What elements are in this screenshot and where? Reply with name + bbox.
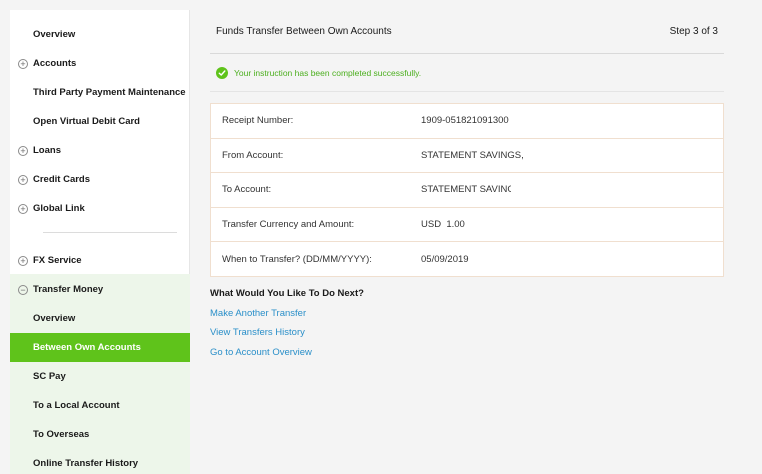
sidebar-item-label: To Overseas — [33, 429, 90, 440]
expand-icon: + — [18, 145, 28, 156]
detail-row-transfer-date: When to Transfer? (DD/MM/YYYY): 05/09/20… — [211, 242, 723, 277]
sidebar-item-transfer-money[interactable]: − Transfer Money — [10, 275, 190, 304]
sidebar-item-label: Credit Cards — [33, 174, 91, 185]
success-message: Your instruction has been completed succ… — [234, 67, 422, 78]
success-banner: Your instruction has been completed succ… — [210, 54, 724, 92]
expand-icon: + — [18, 174, 28, 185]
sidebar-subitem-transfer-history[interactable]: Online Transfer History — [10, 449, 190, 474]
detail-value: USD 1.00 — [421, 219, 465, 231]
sidebar-item-label: Overview — [33, 29, 76, 40]
page-header: Funds Transfer Between Own Accounts Step… — [210, 10, 724, 54]
sidebar-item-label: Transfer Money — [33, 284, 104, 295]
sidebar-divider — [43, 232, 177, 233]
detail-value: STATEMENT SAVINGS, — [421, 149, 524, 161]
sidebar-item-third-party-payment[interactable]: Third Party Payment Maintenance — [10, 78, 190, 107]
sidebar-item-credit-cards[interactable]: + Credit Cards — [10, 165, 190, 194]
detail-label: When to Transfer? (DD/MM/YYYY): — [222, 254, 372, 266]
next-steps-heading: What Would You Like To Do Next? — [210, 288, 364, 299]
sidebar-item-label: Accounts — [33, 58, 77, 69]
top-margin — [0, 0, 762, 10]
page-title: Funds Transfer Between Own Accounts — [216, 26, 392, 37]
sidebar-item-label: Online Transfer History — [33, 458, 139, 469]
sidebar-item-label: Loans — [33, 145, 61, 156]
sidebar-item-label: Third Party Payment Maintenance — [33, 87, 186, 98]
sidebar-item-label: SC Pay — [33, 371, 66, 382]
sidebar-item-label: Overview — [33, 313, 76, 324]
sidebar-item-label: To a Local Account — [33, 400, 120, 411]
detail-value: 05/09/2019 — [421, 254, 469, 266]
sidebar-item-global-link[interactable]: + Global Link — [10, 194, 190, 223]
collapse-icon: − — [18, 284, 28, 295]
expand-icon: + — [18, 203, 28, 214]
sidebar-item-label: FX Service — [33, 255, 82, 266]
account-overview-link[interactable]: Go to Account Overview — [210, 347, 312, 358]
sidebar-item-label: Global Link — [33, 203, 85, 214]
sidebar-subitem-overview[interactable]: Overview — [10, 304, 190, 333]
sidebar-subitem-overseas[interactable]: To Overseas — [10, 420, 190, 449]
detail-value: 1909-051821091300 — [421, 115, 509, 127]
step-indicator: Step 3 of 3 — [669, 26, 718, 37]
view-transfers-history-link[interactable]: View Transfers History — [210, 327, 305, 338]
sidebar-item-label: Between Own Accounts — [33, 342, 141, 353]
sidebar-subitem-local-account[interactable]: To a Local Account — [10, 391, 190, 420]
detail-row-from-account: From Account: STATEMENT SAVINGS, — [211, 139, 723, 174]
sidebar-item-accounts[interactable]: + Accounts — [10, 49, 190, 78]
sidebar-item-label: Open Virtual Debit Card — [33, 116, 140, 127]
expand-icon: + — [18, 58, 28, 69]
detail-label: Receipt Number: — [222, 115, 294, 127]
detail-row-receipt: Receipt Number: 1909-051821091300 — [211, 104, 723, 139]
make-another-transfer-link[interactable]: Make Another Transfer — [210, 308, 306, 319]
detail-label: To Account: — [222, 184, 272, 196]
check-circle-icon — [216, 66, 228, 79]
sidebar-item-loans[interactable]: + Loans — [10, 136, 190, 165]
sidebar-item-virtual-debit-card[interactable]: Open Virtual Debit Card — [10, 107, 190, 136]
detail-row-amount: Transfer Currency and Amount: USD 1.00 — [211, 208, 723, 243]
detail-value: STATEMENT SAVINGS, — [421, 184, 511, 196]
detail-label: From Account: — [222, 149, 284, 161]
detail-row-to-account: To Account: STATEMENT SAVINGS, — [211, 173, 723, 208]
sidebar-item-fx-service[interactable]: + FX Service — [10, 246, 190, 275]
sidebar-subitem-between-own-accounts[interactable]: Between Own Accounts — [10, 333, 190, 362]
expand-icon: + — [18, 255, 28, 266]
sidebar-subitem-sc-pay[interactable]: SC Pay — [10, 362, 190, 391]
sidebar-item-overview[interactable]: Overview — [10, 20, 190, 49]
sidebar-nav: Overview + Accounts Third Party Payment … — [10, 10, 190, 474]
detail-label: Transfer Currency and Amount: — [222, 219, 355, 231]
receipt-details-table: Receipt Number: 1909-051821091300 From A… — [210, 103, 724, 277]
